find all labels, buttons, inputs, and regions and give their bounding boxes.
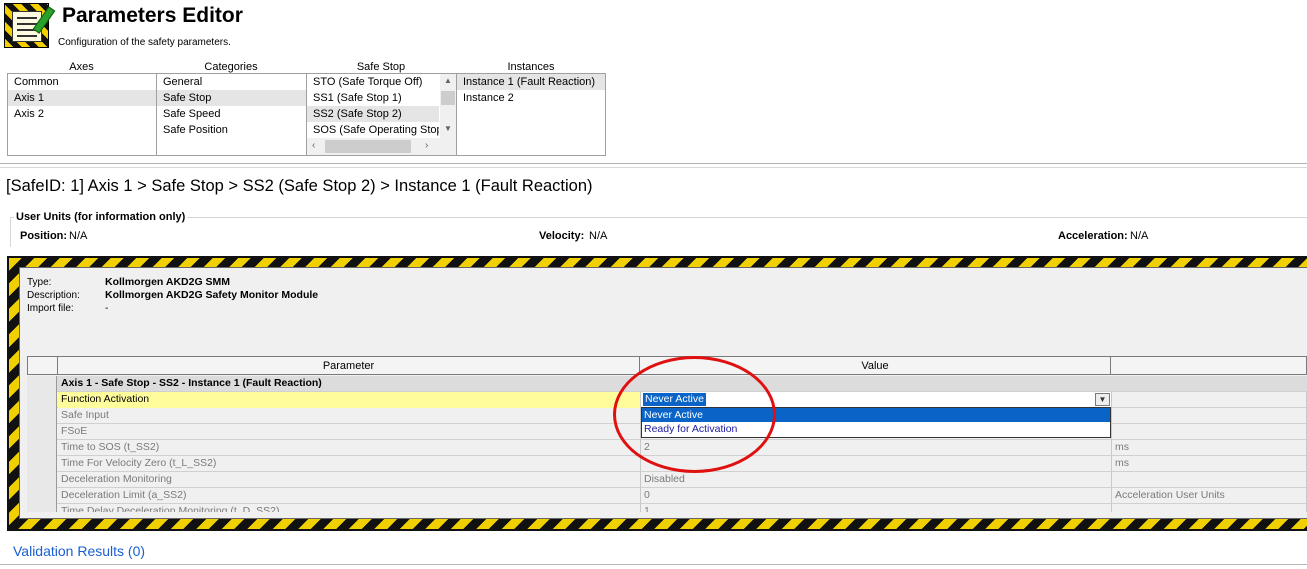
user-units-legend: User Units (for information only) [14,211,188,223]
list-item-safe-position[interactable]: Safe Position [157,122,306,138]
list-item-instance-2[interactable]: Instance 2 [457,90,605,106]
param-cell[interactable]: Deceleration Monitoring [58,472,641,488]
validation-results-link[interactable]: Validation Results (0) [13,543,145,559]
header-separator [0,163,1307,168]
velocity-value: N/A [589,230,608,242]
unit-cell [1112,424,1307,440]
scroll-left-icon[interactable]: ‹ [312,140,315,151]
type-value: Kollmorgen AKD2G SMM [105,276,231,288]
import-file-value: - [105,303,109,314]
param-cell[interactable]: Time For Velocity Zero (t_L_SS2) [58,456,641,472]
safe-stop-header: Safe Stop [356,61,406,73]
param-function-activation[interactable]: Function Activation [58,392,641,408]
acceleration-label: Acceleration: [1058,230,1128,242]
unit-cell: Acceleration User Units [1112,488,1307,504]
parameters-editor-icon [4,3,56,48]
list-item-instance-1[interactable]: Instance 1 (Fault Reaction) [457,74,605,90]
list-item-common[interactable]: Common [8,74,156,90]
list-item-sto[interactable]: STO (Safe Torque Off) [307,74,439,90]
instances-list[interactable]: Instance 1 (Fault Reaction) Instance 2 [456,73,606,156]
horizontal-scrollbar[interactable]: ‹ › [307,138,456,155]
parameter-column-header[interactable]: Parameter [58,356,640,375]
scroll-thumb[interactable] [441,91,455,105]
list-item-sos[interactable]: SOS (Safe Operating Stop) [307,122,439,138]
scroll-down-icon[interactable]: ▼ [440,124,456,133]
list-item-general[interactable]: General [157,74,306,90]
unit-cell [1112,408,1307,424]
table-row[interactable]: Deceleration Monitoring Disabled [27,472,1307,488]
list-item-axis-2[interactable]: Axis 2 [8,106,156,122]
param-cell[interactable]: Time to SOS (t_SS2) [58,440,641,456]
value-cell[interactable]: 1 [641,504,1112,512]
velocity-label: Velocity: [539,230,585,242]
bottom-separator [0,564,1307,565]
hscroll-thumb[interactable] [325,140,411,153]
unit-cell [1112,472,1307,488]
breadcrumb: [SafeID: 1] Axis 1 > Safe Stop > SS2 (Sa… [6,177,593,195]
param-cell[interactable]: Time Delay Deceleration Monitoring (t_D_… [58,504,641,512]
param-cell[interactable]: Safe Input [58,408,641,424]
param-cell[interactable]: FSoE [58,424,641,440]
chevron-down-icon[interactable]: ▼ [1095,393,1110,406]
axes-list[interactable]: Common Axis 1 Axis 2 [7,73,157,156]
scroll-up-icon[interactable]: ▲ [440,76,456,85]
type-label: Type: [27,277,52,288]
acceleration-value: N/A [1130,230,1149,242]
page-title: Parameters Editor [62,4,243,27]
unit-column-header[interactable] [1111,356,1307,375]
list-item-safe-speed[interactable]: Safe Speed [157,106,306,122]
table-row[interactable]: Deceleration Limit (a_SS2) 0 Acceleratio… [27,488,1307,504]
position-label: Position: [20,230,68,242]
instances-header: Instances [507,61,555,73]
grid-corner [27,356,58,375]
value-cell[interactable]: 0 [641,488,1112,504]
import-file-label: Import file: [27,303,74,314]
param-cell[interactable]: Deceleration Limit (a_SS2) [58,488,641,504]
categories-header: Categories [204,61,258,73]
unit-cell [1112,392,1307,408]
table-row[interactable]: Time Delay Deceleration Monitoring (t_D_… [27,504,1307,512]
list-item-safe-stop[interactable]: Safe Stop [157,90,306,106]
unit-cell: ms [1112,440,1307,456]
description-value: Kollmorgen AKD2G Safety Monitor Module [105,289,319,301]
annotation-circle [613,356,776,473]
page-subtitle: Configuration of the safety parameters. [58,37,231,48]
safe-stop-list[interactable]: STO (Safe Torque Off) SS1 (Safe Stop 1) … [306,73,457,156]
unit-cell: ms [1112,456,1307,472]
scroll-right-icon[interactable]: › [425,140,428,151]
position-value: N/A [69,230,88,242]
value-cell[interactable]: Disabled [641,472,1112,488]
axes-header: Axes [69,61,94,73]
categories-list[interactable]: General Safe Stop Safe Speed Safe Positi… [156,73,307,156]
description-label: Description: [27,290,80,301]
list-item-ss1[interactable]: SS1 (Safe Stop 1) [307,90,439,106]
unit-cell [1112,504,1307,512]
list-item-axis-1[interactable]: Axis 1 [8,90,156,106]
vertical-scrollbar[interactable]: ▲ ▼ [440,74,456,138]
list-item-ss2[interactable]: SS2 (Safe Stop 2) [307,106,439,122]
